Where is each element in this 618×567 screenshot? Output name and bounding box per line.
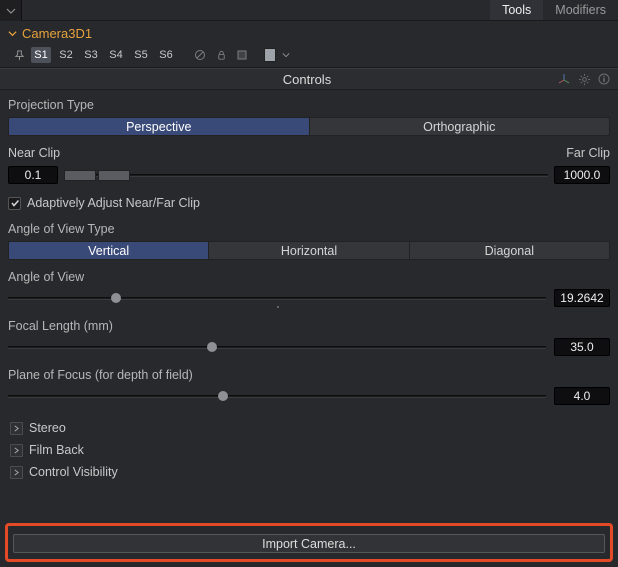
- section-label: Film Back: [29, 443, 84, 457]
- state-s3[interactable]: S3: [81, 47, 101, 63]
- tab-tools[interactable]: Tools: [490, 0, 543, 20]
- section-label: Stereo: [29, 421, 66, 435]
- section-control-visibility[interactable]: Control Visibility: [8, 461, 610, 483]
- info-icon[interactable]: [594, 69, 614, 89]
- focal-length-label: Focal Length (mm): [8, 319, 610, 333]
- lock-icon[interactable]: [213, 47, 229, 63]
- expand-icon: [10, 444, 23, 457]
- plane-of-focus-slider[interactable]: [8, 389, 546, 403]
- import-camera-button[interactable]: Import Camera...: [13, 534, 605, 553]
- section-label: Control Visibility: [29, 465, 118, 479]
- state-s2[interactable]: S2: [56, 47, 76, 63]
- expand-icon: [10, 422, 23, 435]
- near-clip-handle[interactable]: [64, 170, 96, 181]
- adaptive-clip-label: Adaptively Adjust Near/Far Clip: [27, 196, 200, 210]
- aov-type-segment: Vertical Horizontal Diagonal: [8, 241, 610, 260]
- section-film-back[interactable]: Film Back: [8, 439, 610, 461]
- axes-icon[interactable]: [554, 69, 574, 89]
- collapse-node-icon[interactable]: [6, 29, 18, 38]
- projection-orthographic[interactable]: Orthographic: [310, 117, 611, 136]
- slider-track: [8, 395, 546, 398]
- focal-length-field[interactable]: 35.0: [554, 338, 610, 356]
- near-clip-label: Near Clip: [8, 146, 60, 160]
- state-s6[interactable]: S6: [156, 47, 176, 63]
- import-camera-highlight: Import Camera...: [5, 523, 613, 562]
- topbar-spacer: [22, 0, 490, 20]
- near-clip-field[interactable]: 0.1: [8, 166, 58, 184]
- far-clip-label: Far Clip: [566, 146, 610, 160]
- slider-thumb[interactable]: [207, 342, 217, 352]
- panel-menu-dropdown[interactable]: [0, 0, 22, 21]
- snapshot-icon[interactable]: [234, 47, 250, 63]
- disable-icon[interactable]: [192, 47, 208, 63]
- state-s5[interactable]: S5: [131, 47, 151, 63]
- aov-type-vertical[interactable]: Vertical: [8, 241, 209, 260]
- slider-track: [64, 174, 548, 177]
- plane-of-focus-field[interactable]: 4.0: [554, 387, 610, 405]
- expand-icon: [10, 466, 23, 479]
- projection-type-segment: Perspective Orthographic: [8, 117, 610, 136]
- slider-thumb[interactable]: [218, 391, 228, 401]
- clip-range-slider[interactable]: [64, 169, 548, 181]
- pin-icon[interactable]: [12, 48, 26, 62]
- state-s1[interactable]: S1: [31, 47, 51, 63]
- section-stereo[interactable]: Stereo: [8, 417, 610, 439]
- tile-color-dropdown-icon[interactable]: [281, 48, 291, 62]
- aov-field[interactable]: 19.2642: [554, 289, 610, 307]
- state-s4[interactable]: S4: [106, 47, 126, 63]
- slider-track: [8, 346, 546, 349]
- aov-type-horizontal[interactable]: Horizontal: [209, 241, 409, 260]
- aov-type-diagonal[interactable]: Diagonal: [410, 241, 610, 260]
- far-clip-handle[interactable]: [98, 170, 130, 181]
- gear-icon[interactable]: [574, 69, 594, 89]
- slider-thumb[interactable]: [111, 293, 121, 303]
- aov-label: Angle of View: [8, 270, 610, 284]
- plane-of-focus-label: Plane of Focus (for depth of field): [8, 368, 610, 382]
- section-title[interactable]: Controls: [0, 72, 554, 87]
- tile-color-chip[interactable]: [264, 48, 276, 62]
- projection-type-label: Projection Type: [8, 98, 610, 112]
- slider-default-indicator: [277, 306, 279, 308]
- far-clip-field[interactable]: 1000.0: [554, 166, 610, 184]
- slider-track: [8, 297, 546, 300]
- adaptive-clip-checkbox[interactable]: [8, 197, 21, 210]
- focal-length-slider[interactable]: [8, 340, 546, 354]
- aov-type-label: Angle of View Type: [8, 222, 610, 236]
- tab-modifiers[interactable]: Modifiers: [543, 0, 618, 20]
- projection-perspective[interactable]: Perspective: [8, 117, 310, 136]
- node-name[interactable]: Camera3D1: [22, 26, 92, 41]
- aov-slider[interactable]: [8, 291, 546, 305]
